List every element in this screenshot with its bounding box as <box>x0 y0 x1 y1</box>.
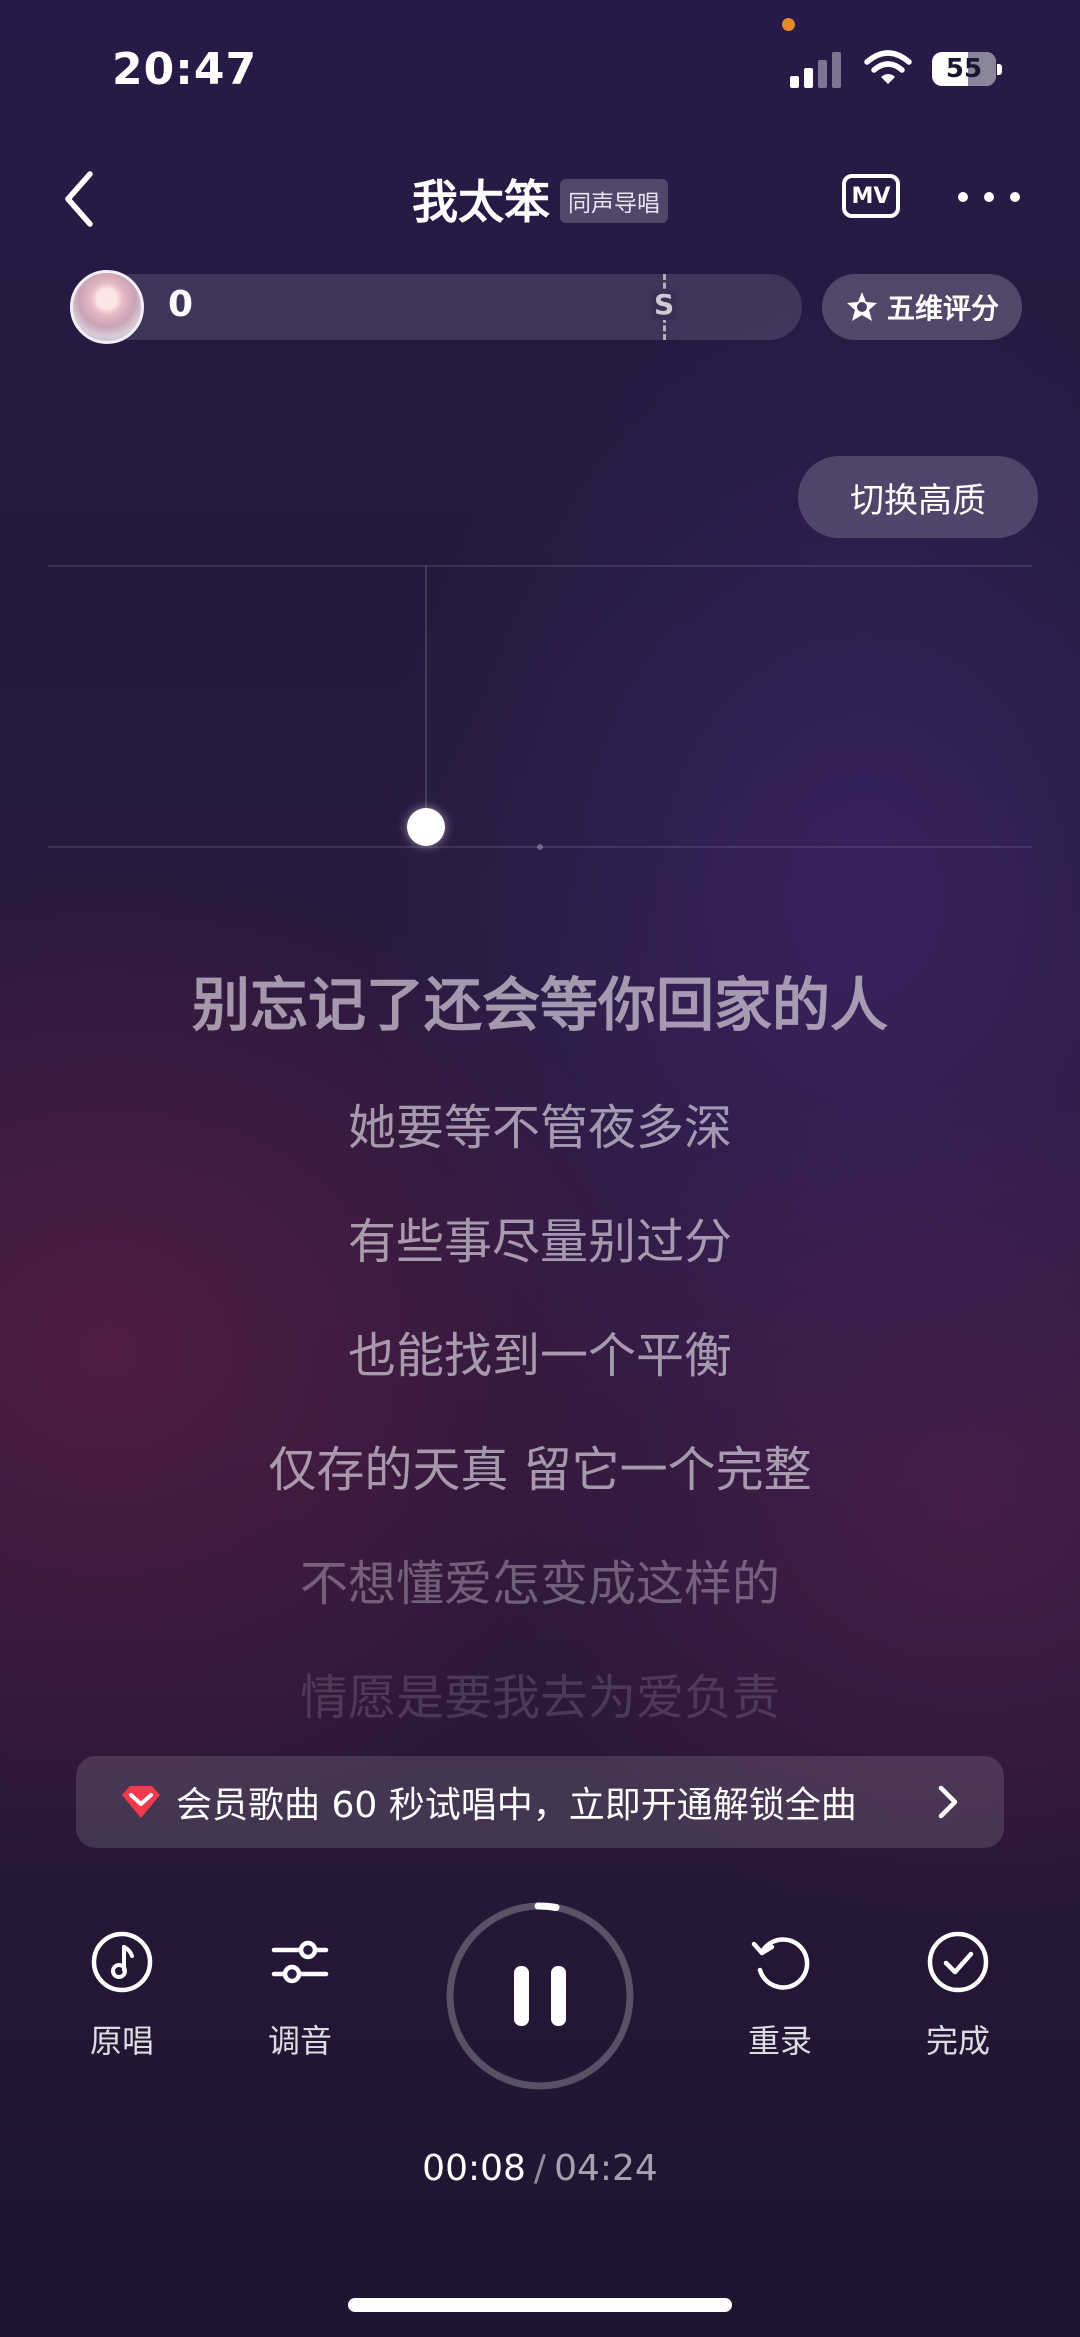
pause-button[interactable] <box>444 1900 636 2092</box>
current-time: 00:08 <box>422 2148 526 2189</box>
tuning-button[interactable]: 调音 <box>220 1930 380 2062</box>
battery-level: 55 <box>945 54 983 84</box>
five-dimension-score-button[interactable]: 五维评分 <box>822 274 1022 340</box>
lyric-line: 情愿是要我去为爱负责 <box>299 1670 780 1726</box>
guide-vocal-badge[interactable]: 同声导唱 <box>560 179 668 223</box>
rerecord-icon <box>751 1937 810 1990</box>
current-lyric-line: 别忘记了还会等你回家的人 <box>191 971 888 1039</box>
grade-marker: S <box>652 288 677 321</box>
song-title: 我太笨 <box>412 175 550 229</box>
status-time: 20:47 <box>112 44 258 95</box>
switch-quality-button[interactable]: 切换高质 <box>798 456 1038 538</box>
pitch-area-top-line <box>48 565 1032 567</box>
original-vocal-button[interactable]: 原唱 <box>42 1930 202 2062</box>
finish-button[interactable]: 完成 <box>878 1930 1038 2062</box>
avatar[interactable] <box>70 270 144 344</box>
pitch-cursor-line <box>425 566 427 830</box>
diamond-vip-icon <box>122 1786 160 1818</box>
wifi-icon <box>864 50 912 84</box>
score-value: 0 <box>168 284 194 325</box>
total-time: 04:24 <box>554 2148 658 2189</box>
lyric-line: 不想懂爱怎变成这样的 <box>299 1556 780 1612</box>
home-indicator[interactable] <box>348 2298 732 2312</box>
chevron-right-icon[interactable] <box>936 1784 960 1820</box>
tuning-label: 调音 <box>267 2022 332 2060</box>
member-trial-text: 会员歌曲 60 秒试唱中，立即开通解锁全曲 <box>176 1785 857 1826</box>
playback-time: 00:08/04:24 <box>0 2148 1080 2189</box>
five-dimension-score-label: 五维评分 <box>886 292 999 325</box>
camera-indicator-dot <box>782 18 795 31</box>
lyric-line: 她要等不管夜多深 <box>347 1100 732 1156</box>
check-circle-icon <box>927 1931 989 1993</box>
more-dots-icon[interactable] <box>958 192 1020 202</box>
star-badge-icon <box>846 292 877 321</box>
sliders-icon <box>271 1940 329 1984</box>
rerecord-label: 重录 <box>747 2022 812 2060</box>
finish-label: 完成 <box>925 2022 990 2060</box>
title-bar: 我太笨 同声导唱 <box>0 168 1080 230</box>
pitch-note-dot <box>537 844 543 850</box>
music-note-icon <box>91 1931 153 1993</box>
lyric-line: 仅存的天真 留它一个完整 <box>268 1442 812 1498</box>
switch-quality-label: 切换高质 <box>850 480 986 521</box>
pitch-indicator-dot <box>407 808 445 846</box>
lyric-line: 有些事尽量别过分 <box>347 1214 732 1270</box>
mv-button[interactable]: MV <box>842 174 900 218</box>
cellular-signal-icon <box>790 52 842 88</box>
time-separator: / <box>533 2148 547 2189</box>
lyric-line: 也能找到一个平衡 <box>347 1328 732 1384</box>
original-vocal-label: 原唱 <box>89 2022 154 2060</box>
mv-label: MV <box>851 183 891 209</box>
battery-icon: 55 <box>932 52 1002 88</box>
rerecord-button[interactable]: 重录 <box>700 1930 860 2062</box>
